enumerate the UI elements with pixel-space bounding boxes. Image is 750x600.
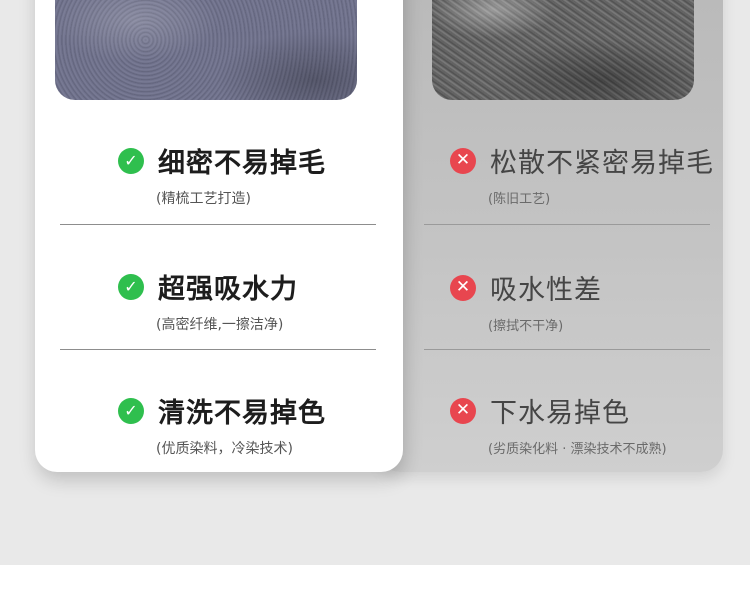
comparison-stage: ✓ 细密不易掉毛 (精梳工艺打造) ✓ 超强吸水力 (高密纤维,一擦洁净) ✓ … [0,0,750,565]
bad-feature-subtitle: (劣质染化料 · 漂染技术不成熟) [488,442,667,457]
good-feature-1: ✓ 细密不易掉毛 (精梳工艺打造) [118,141,326,208]
divider [424,224,710,225]
good-feature-3: ✓ 清洗不易掉色 (优质染料，冷染技术) [118,391,326,458]
check-circle-icon: ✓ [118,397,144,424]
x-circle-icon: ✕ [450,397,476,424]
x-circle-icon: ✕ [450,274,476,301]
divider [424,349,710,350]
bad-feature-subtitle: (陈旧工艺) [488,192,551,207]
good-feature-title: 细密不易掉毛 [158,148,326,179]
bad-feature-3: ✕ 下水易掉色 (劣质染化料 · 漂染技术不成熟) [450,391,667,457]
good-feature-title: 清洗不易掉色 [158,398,326,429]
bad-feature-1: ✕ 松散不紧密易掉毛 (陈旧工艺) [450,141,714,207]
check-circle-icon: ✓ [118,273,144,300]
x-circle-icon: ✕ [450,147,476,174]
bad-feature-title: 吸水性差 [490,275,602,306]
fleece-fabric-photo [55,0,357,100]
bad-feature-title: 下水易掉色 [490,398,630,429]
bad-feature-subtitle: (擦拭不干净) [488,319,564,334]
divider [60,349,376,350]
good-feature-subtitle: (优质染料，冷染技术) [156,441,293,457]
good-feature-subtitle: (精梳工艺打造) [156,191,251,207]
bad-feature-2: ✕ 吸水性差 (擦拭不干净) [450,268,602,334]
good-feature-title: 超强吸水力 [158,274,298,305]
loose-fabric-photo [432,0,694,100]
bad-feature-title: 松散不紧密易掉毛 [490,148,714,179]
check-circle-icon: ✓ [118,147,144,174]
good-feature-subtitle: (高密纤维,一擦洁净) [156,317,284,333]
divider [60,224,376,225]
good-feature-2: ✓ 超强吸水力 (高密纤维,一擦洁净) [118,267,298,334]
